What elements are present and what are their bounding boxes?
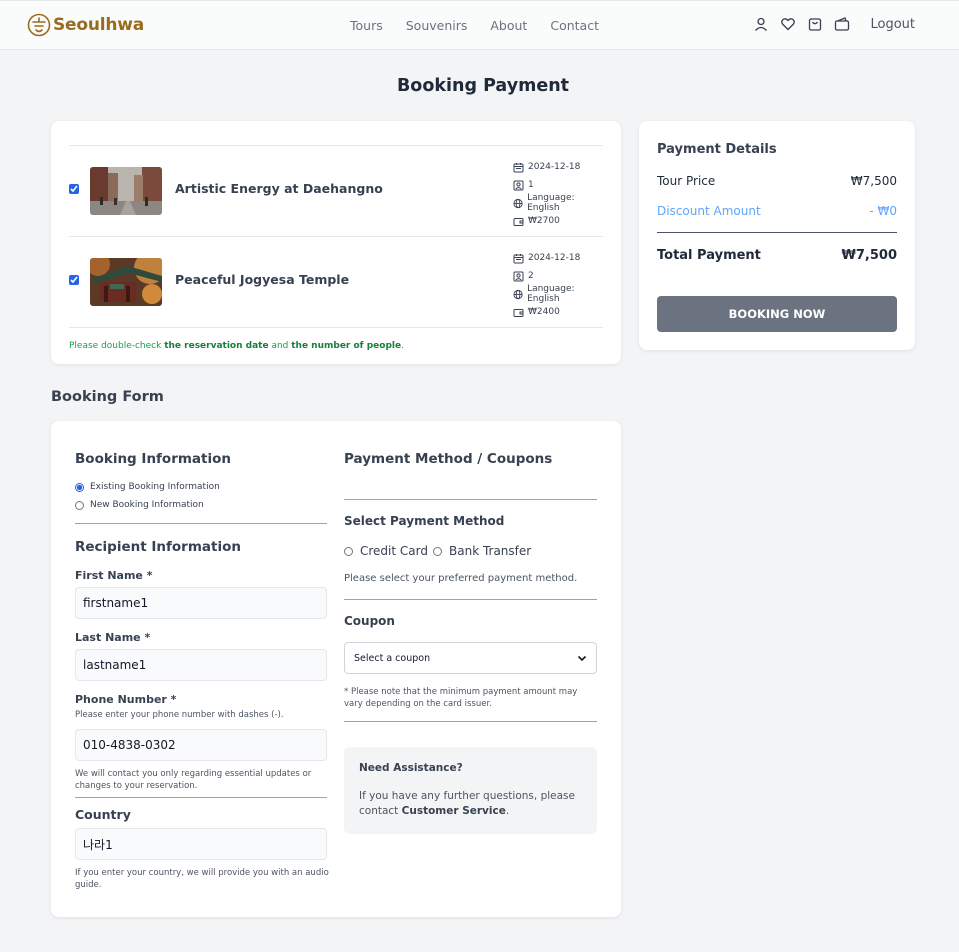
logout-link[interactable]: Logout xyxy=(870,17,915,32)
calendar-icon xyxy=(513,253,524,263)
payment-details-title: Payment Details xyxy=(657,142,777,157)
main-nav: Tours Souvenirs About Contact xyxy=(350,18,622,33)
calendar-icon xyxy=(513,162,524,172)
nav-souvenirs[interactable]: Souvenirs xyxy=(406,18,468,33)
person-icon xyxy=(513,271,524,281)
recipient-info-title: Recipient Information xyxy=(75,539,241,555)
tour-name: Peaceful Jogyesa Temple xyxy=(175,272,350,287)
phone-field[interactable] xyxy=(75,729,327,761)
select-payment-title: Select Payment Method xyxy=(344,514,505,528)
tour-meta: 2024-12-18 1 Language: English ₩2700 xyxy=(513,158,603,230)
divider xyxy=(657,232,897,233)
customer-service-link[interactable]: Customer Service xyxy=(402,805,506,817)
divider xyxy=(344,499,597,500)
tour-date: 2024-12-18 xyxy=(528,162,581,172)
tour-price: ₩2700 xyxy=(528,216,560,226)
chevron-down-icon xyxy=(577,655,587,662)
last-name-field[interactable] xyxy=(75,649,327,681)
assistance-text: If you have any further questions, pleas… xyxy=(359,790,575,817)
cart-item: Peaceful Jogyesa Temple 2024-12-18 2 Lan… xyxy=(69,236,603,327)
tour-thumbnail[interactable] xyxy=(90,258,162,306)
tour-thumbnail[interactable] xyxy=(90,167,162,215)
credit-card-radio[interactable]: Credit Card xyxy=(344,544,428,558)
nav-contact[interactable]: Contact xyxy=(550,18,599,33)
country-label: Country xyxy=(75,807,131,822)
booking-form-title: Booking Form xyxy=(51,389,164,405)
phone-label: Phone Number * xyxy=(75,693,177,706)
coupon-note: * Please note that the minimum payment a… xyxy=(344,687,578,709)
divider xyxy=(344,721,597,722)
cart-item-checkbox[interactable] xyxy=(69,184,79,194)
brand-name: Seoulhwa xyxy=(53,15,145,35)
payment-details-card: Payment Details Tour Price ₩7,500 Discou… xyxy=(639,121,915,350)
tour-meta: 2024-12-18 2 Language: English ₩2400 xyxy=(513,249,603,321)
globe-icon xyxy=(513,289,523,299)
booking-now-button[interactable]: BOOKING NOW xyxy=(657,296,897,332)
cart-item-checkbox[interactable] xyxy=(69,275,79,285)
nav-about[interactable]: About xyxy=(490,18,527,33)
last-name-label: Last Name * xyxy=(75,631,151,644)
cart-card: Artistic Energy at Daehangno 2024-12-18 … xyxy=(51,121,621,364)
total-row: Total Payment ₩7,500 xyxy=(657,248,897,263)
first-name-field[interactable] xyxy=(75,587,327,619)
existing-info-radio[interactable]: Existing Booking Information xyxy=(75,482,220,492)
wallet-icon xyxy=(513,217,524,226)
header-actions: Logout xyxy=(742,16,915,32)
divider xyxy=(69,327,603,328)
tour-language: Language: English xyxy=(527,193,575,213)
wallet-icon[interactable] xyxy=(834,16,850,32)
person-icon xyxy=(513,180,524,190)
coupon-select[interactable]: Select a coupon xyxy=(344,642,597,674)
country-note: If you enter your country, we will provi… xyxy=(75,868,329,890)
bank-transfer-radio[interactable]: Bank Transfer xyxy=(433,544,531,558)
divider xyxy=(75,523,327,524)
payment-method-title: Payment Method / Coupons xyxy=(344,451,553,467)
assistance-title: Need Assistance? xyxy=(359,762,463,774)
tour-language: Language: English xyxy=(527,284,575,304)
tour-price-row: Tour Price ₩7,500 xyxy=(657,174,897,188)
nav-tours[interactable]: Tours xyxy=(350,18,383,33)
country-field[interactable] xyxy=(75,828,327,860)
tour-name: Artistic Energy at Daehangno xyxy=(175,181,383,196)
user-icon[interactable] xyxy=(753,16,769,32)
phone-hint: Please enter your phone number with dash… xyxy=(75,710,284,720)
coupon-title: Coupon xyxy=(344,614,395,628)
first-name-label: First Name * xyxy=(75,569,153,582)
cart-item: Artistic Energy at Daehangno 2024-12-18 … xyxy=(69,145,603,236)
check-notice: Please double-check the reservation date… xyxy=(69,341,404,351)
assistance-box: Need Assistance? If you have any further… xyxy=(344,747,597,834)
tour-price: ₩2400 xyxy=(528,307,560,317)
brand-logo[interactable]: Seoulhwa xyxy=(27,13,144,37)
wallet-icon xyxy=(513,308,524,317)
divider xyxy=(344,599,597,600)
heart-icon[interactable] xyxy=(780,16,796,32)
tour-people: 1 xyxy=(528,180,534,190)
shopping-bag-icon[interactable] xyxy=(807,16,823,32)
divider xyxy=(75,797,327,798)
booking-info-title: Booking Information xyxy=(75,451,232,467)
top-header: Seoulhwa Tours Souvenirs About Contact L… xyxy=(0,0,959,50)
logo-icon xyxy=(27,13,51,37)
contact-note: We will contact you only regarding essen… xyxy=(75,769,312,791)
payment-hint: Please select your preferred payment met… xyxy=(344,573,578,584)
tour-date: 2024-12-18 xyxy=(528,253,581,263)
page-title: Booking Payment xyxy=(396,76,570,96)
booking-form-card: Booking Information Existing Booking Inf… xyxy=(51,421,621,917)
discount-row: Discount Amount - ₩0 xyxy=(657,204,897,218)
globe-icon xyxy=(513,198,523,208)
new-info-radio[interactable]: New Booking Information xyxy=(75,500,204,510)
tour-people: 2 xyxy=(528,271,534,281)
